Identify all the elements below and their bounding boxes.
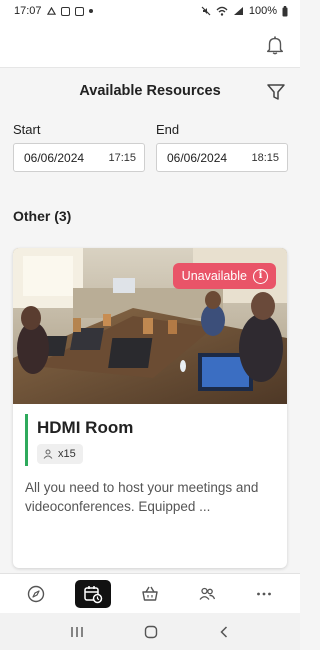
status-dot bbox=[88, 9, 93, 13]
page-title: Available Resources bbox=[79, 83, 221, 99]
compass-icon bbox=[28, 585, 45, 602]
card-body: HDMI Room x15 All you need to host your … bbox=[25, 414, 277, 516]
mute-icon bbox=[201, 6, 211, 16]
end-date-value: 06/06/2024 bbox=[167, 150, 228, 165]
end-date-field[interactable]: 06/06/2024 18:15 bbox=[156, 143, 288, 172]
calendar-status-icon bbox=[74, 6, 84, 16]
end-time-value: 18:15 bbox=[251, 151, 279, 164]
nav-more[interactable] bbox=[246, 580, 282, 608]
calendar-clock-icon bbox=[84, 585, 103, 603]
recent-apps-icon[interactable] bbox=[69, 625, 85, 639]
status-time: 17:07 bbox=[14, 5, 42, 17]
nav-bookings[interactable] bbox=[75, 579, 112, 608]
end-date-group: End 06/06/2024 18:15 bbox=[156, 122, 288, 172]
capacity-value: x15 bbox=[58, 448, 76, 460]
room-name-block: HDMI Room x15 bbox=[25, 414, 277, 466]
start-date-group: Start 06/06/2024 17:15 bbox=[13, 122, 145, 172]
bell-icon[interactable] bbox=[264, 34, 286, 56]
room-photo: Unavailable i bbox=[13, 248, 287, 404]
battery-text: 100% bbox=[248, 5, 277, 17]
more-icon bbox=[256, 592, 271, 595]
info-icon[interactable]: i bbox=[253, 268, 268, 284]
battery-icon bbox=[282, 5, 288, 16]
nav-explore[interactable] bbox=[18, 580, 54, 608]
signal-icon bbox=[233, 7, 243, 15]
start-date-value: 06/06/2024 bbox=[24, 150, 85, 165]
status-bar: 17:07 100% bbox=[0, 0, 300, 22]
status-right: 100% bbox=[201, 5, 288, 17]
person-icon bbox=[43, 449, 53, 459]
gallery-icon bbox=[60, 6, 70, 16]
nav-users[interactable] bbox=[189, 580, 225, 608]
start-label: Start bbox=[13, 122, 41, 137]
status-left: 17:07 bbox=[14, 5, 93, 17]
category-title: Other (3) bbox=[13, 208, 72, 224]
room-description: All you need to host your meetings and v… bbox=[25, 480, 259, 514]
filter-icon[interactable] bbox=[266, 82, 286, 102]
system-nav bbox=[0, 613, 300, 650]
start-date-field[interactable]: 06/06/2024 17:15 bbox=[13, 143, 145, 172]
capacity-chip: x15 bbox=[37, 444, 83, 464]
notification-icon bbox=[46, 6, 56, 15]
status-badge-label: Unavailable bbox=[181, 269, 247, 283]
status-badge[interactable]: Unavailable i bbox=[172, 263, 276, 289]
basket-icon bbox=[142, 586, 158, 601]
nav-basket[interactable] bbox=[132, 580, 168, 608]
users-icon bbox=[199, 587, 215, 600]
resources-title-row: Available Resources bbox=[0, 72, 300, 110]
wifi-icon bbox=[216, 6, 228, 16]
home-icon[interactable] bbox=[144, 625, 158, 639]
app-header bbox=[0, 22, 300, 68]
start-time-value: 17:15 bbox=[108, 151, 136, 164]
end-label: End bbox=[156, 122, 180, 137]
room-name: HDMI Room bbox=[37, 418, 134, 437]
bottom-nav bbox=[0, 573, 300, 613]
back-icon[interactable] bbox=[217, 625, 231, 639]
resource-card[interactable]: Unavailable i HDMI Room x15 All you need… bbox=[13, 248, 287, 568]
